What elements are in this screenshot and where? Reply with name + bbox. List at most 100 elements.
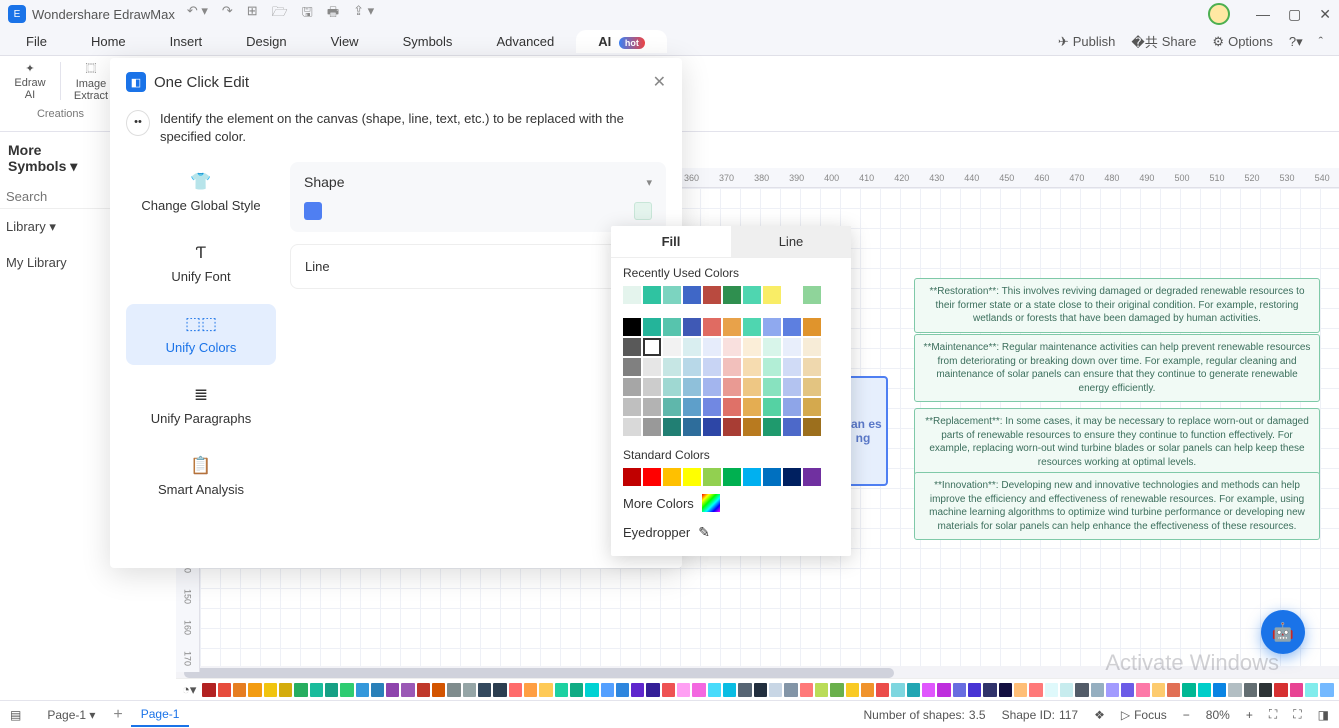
strip-color[interactable] <box>1029 683 1042 697</box>
strip-color[interactable] <box>1091 683 1104 697</box>
color-swatch[interactable] <box>643 468 661 486</box>
strip-color[interactable] <box>1182 683 1195 697</box>
color-swatch[interactable] <box>763 318 781 336</box>
strip-color[interactable] <box>907 683 920 697</box>
publish-button[interactable]: ✈ Publish <box>1058 34 1116 50</box>
collapse-ribbon-icon[interactable]: ˆ <box>1319 34 1323 49</box>
strip-color[interactable] <box>340 683 353 697</box>
strip-color[interactable] <box>1228 683 1241 697</box>
strip-color[interactable] <box>784 683 797 697</box>
fill-tool-icon[interactable]: ◔▾ <box>182 682 196 698</box>
strip-color[interactable] <box>310 683 323 697</box>
color-swatch[interactable] <box>663 286 681 304</box>
export-icon[interactable]: ⇪ ▾ <box>353 3 374 25</box>
menu-home[interactable]: Home <box>69 30 148 53</box>
color-swatch[interactable] <box>683 358 701 376</box>
color-swatch[interactable] <box>643 286 661 304</box>
menu-design[interactable]: Design <box>224 30 308 53</box>
new-icon[interactable]: ⊞ <box>247 3 258 25</box>
color-swatch[interactable] <box>663 318 681 336</box>
shape-to-color[interactable] <box>634 202 652 220</box>
strip-color[interactable] <box>662 683 675 697</box>
strip-color[interactable] <box>999 683 1012 697</box>
strip-color[interactable] <box>1290 683 1303 697</box>
color-swatch[interactable] <box>763 418 781 436</box>
color-swatch[interactable] <box>783 468 801 486</box>
color-swatch[interactable] <box>683 286 701 304</box>
menu-file[interactable]: File <box>4 30 69 53</box>
option-smart-analysis[interactable]: 📋Smart Analysis <box>126 446 276 507</box>
scrollbar-thumb[interactable] <box>184 668 894 678</box>
strip-color[interactable] <box>616 683 629 697</box>
color-swatch[interactable] <box>623 418 641 436</box>
color-swatch[interactable] <box>783 418 801 436</box>
strip-color[interactable] <box>417 683 430 697</box>
edraw-ai-button[interactable]: ✦ Edraw AI <box>0 56 60 106</box>
shape-from-color[interactable] <box>304 202 322 220</box>
strip-color[interactable] <box>294 683 307 697</box>
strip-color[interactable] <box>983 683 996 697</box>
strip-color[interactable] <box>264 683 277 697</box>
color-swatch[interactable] <box>723 286 741 304</box>
color-swatch[interactable] <box>623 358 641 376</box>
color-swatch[interactable] <box>763 286 781 304</box>
strip-color[interactable] <box>539 683 552 697</box>
color-swatch[interactable] <box>683 318 701 336</box>
option-unify-paragraphs[interactable]: ≣Unify Paragraphs <box>126 375 276 436</box>
strip-color[interactable] <box>447 683 460 697</box>
strip-color[interactable] <box>493 683 506 697</box>
tab-fill[interactable]: Fill <box>611 226 731 257</box>
strip-color[interactable] <box>279 683 292 697</box>
color-swatch[interactable] <box>663 338 681 356</box>
page-tab[interactable]: Page-1 <box>131 703 190 727</box>
tab-line[interactable]: Line <box>731 226 851 257</box>
color-swatch[interactable] <box>803 338 821 356</box>
mindmap-leaf-node[interactable]: **Replacement**: In some cases, it may b… <box>914 408 1320 476</box>
color-swatch[interactable] <box>723 398 741 416</box>
color-swatch[interactable] <box>783 338 801 356</box>
strip-color[interactable] <box>1305 683 1318 697</box>
strip-color[interactable] <box>937 683 950 697</box>
mindmap-leaf-node[interactable]: **Innovation**: Developing new and innov… <box>914 472 1320 540</box>
strip-color[interactable] <box>708 683 721 697</box>
color-swatch[interactable] <box>723 358 741 376</box>
strip-color[interactable] <box>570 683 583 697</box>
color-swatch[interactable] <box>783 398 801 416</box>
color-swatch[interactable] <box>763 378 781 396</box>
strip-color[interactable] <box>876 683 889 697</box>
strip-color[interactable] <box>202 683 215 697</box>
strip-color[interactable] <box>922 683 935 697</box>
color-swatch[interactable] <box>783 318 801 336</box>
color-swatch[interactable] <box>783 286 801 304</box>
mindmap-leaf-node[interactable]: **Maintenance**: Regular maintenance act… <box>914 334 1320 402</box>
option-global-style[interactable]: 👕Change Global Style <box>126 162 276 223</box>
options-button[interactable]: ⚙ Options <box>1212 34 1272 50</box>
strip-color[interactable] <box>953 683 966 697</box>
strip-color[interactable] <box>1152 683 1165 697</box>
strip-color[interactable] <box>754 683 767 697</box>
color-swatch[interactable] <box>743 358 761 376</box>
color-swatch[interactable] <box>643 318 661 336</box>
strip-color[interactable] <box>509 683 522 697</box>
maximize-icon[interactable]: ▢ <box>1288 6 1301 23</box>
color-swatch[interactable] <box>643 378 661 396</box>
zoom-in-icon[interactable]: + <box>1246 708 1253 722</box>
strip-color[interactable] <box>432 683 445 697</box>
redo-icon[interactable]: ↷ <box>222 3 233 25</box>
color-swatch[interactable] <box>663 358 681 376</box>
mindmap-leaf-node[interactable]: **Restoration**: This involves reviving … <box>914 278 1320 333</box>
strip-color[interactable] <box>601 683 614 697</box>
user-avatar-icon[interactable] <box>1208 3 1230 25</box>
page-dropdown[interactable]: Page-1 ▾ <box>37 704 105 726</box>
strip-color[interactable] <box>815 683 828 697</box>
color-swatch[interactable] <box>743 286 761 304</box>
library-dropdown[interactable]: Library ▾ <box>0 209 110 245</box>
page-menu-icon[interactable]: ▤ <box>10 708 21 722</box>
color-swatch[interactable] <box>643 358 661 376</box>
color-swatch[interactable] <box>683 378 701 396</box>
close-dialog-icon[interactable]: ✕ <box>653 72 666 92</box>
strip-color[interactable] <box>861 683 874 697</box>
color-swatch[interactable] <box>683 418 701 436</box>
strip-color[interactable] <box>1213 683 1226 697</box>
share-button[interactable]: �共 Share <box>1131 32 1196 51</box>
